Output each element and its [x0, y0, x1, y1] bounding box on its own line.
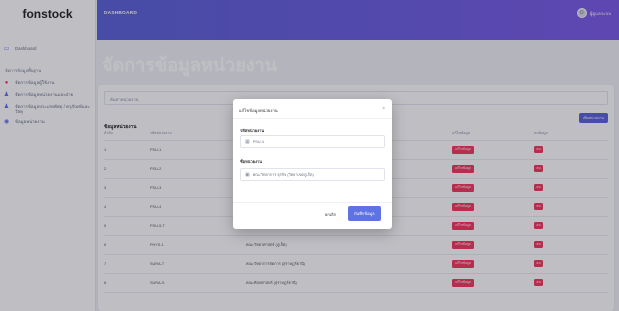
save-button[interactable]: บันทึกข้อมูล [348, 206, 381, 221]
modal-title: แก้ไขข้อมูลหน่วยงาน [239, 108, 278, 113]
code-label: รหัสหน่วยงาน [240, 128, 265, 133]
name-value: คณะวิทยาการ ธุรกิจ (วิทยาเขตภูเก็ต) [252, 172, 314, 177]
cancel-button[interactable]: ยกเลิก [321, 208, 340, 221]
name-field[interactable]: ▣ คณะวิทยาการ ธุรกิจ (วิทยาเขตภูเก็ต) [240, 168, 385, 181]
edit-unit-modal: แก้ไขข้อมูลหน่วยงาน × รหัสหน่วยงาน ▦ PSU… [233, 99, 392, 229]
name-label: ชื่อหน่วยงาน [240, 159, 263, 164]
code-value: PSU-4 [252, 139, 264, 144]
id-card-icon: ▦ [245, 138, 250, 145]
code-field[interactable]: ▦ PSU-4 [240, 135, 385, 148]
divider [233, 202, 392, 203]
building-icon: ▣ [245, 171, 250, 178]
divider [233, 118, 392, 119]
close-icon[interactable]: × [382, 106, 385, 112]
